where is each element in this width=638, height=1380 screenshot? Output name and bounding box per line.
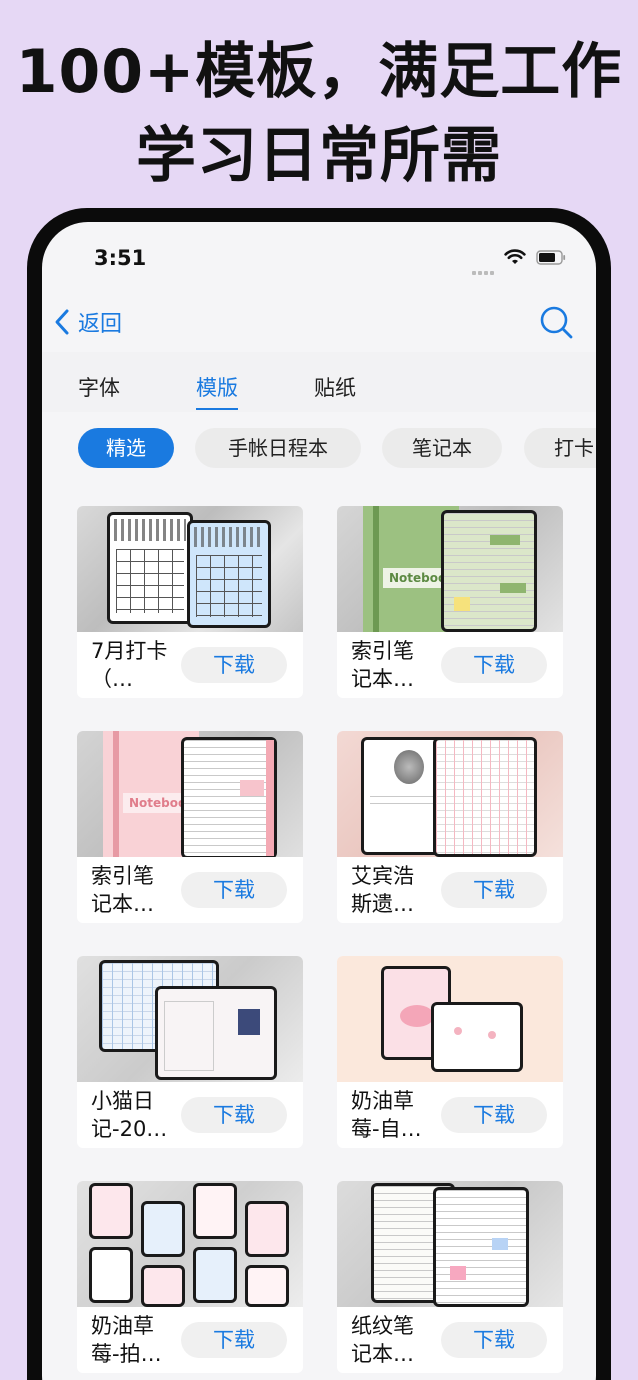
template-thumbnail: Noteboo — [337, 506, 563, 632]
template-card[interactable]: 7月打卡（… 下载 — [77, 506, 303, 698]
template-title: 艾宾浩斯遗… — [351, 864, 414, 916]
template-title: 奶油草莓-自… — [351, 1089, 422, 1141]
template-card[interactable]: 纸纹笔记本… 下载 — [337, 1181, 563, 1373]
tab-fonts[interactable]: 字体 — [78, 372, 120, 408]
category-tabs: 字体 模版 贴纸 — [42, 352, 596, 412]
search-icon[interactable] — [538, 304, 574, 340]
template-card[interactable]: 小猫日记-20… 下载 — [77, 956, 303, 1148]
download-button[interactable]: 下载 — [441, 647, 547, 683]
template-thumbnail — [337, 731, 563, 857]
template-thumbnail — [77, 1181, 303, 1307]
download-button[interactable]: 下载 — [181, 872, 287, 908]
template-card[interactable]: 艾宾浩斯遗… 下载 — [337, 731, 563, 923]
template-title: 纸纹笔记本… — [351, 1314, 414, 1366]
template-card[interactable]: 奶油草莓-拍… 下载 — [77, 1181, 303, 1373]
chip-featured[interactable]: 精选 — [78, 428, 174, 468]
app-screen: 3:51 返回 字体 模版 贴纸 精选 手帐日程本 笔记本 打卡 7月打卡（… … — [42, 222, 596, 1380]
template-title: 7月打卡（… — [91, 639, 168, 691]
filter-chips: 精选 手帐日程本 笔记本 打卡 — [42, 428, 596, 472]
navigation-bar: 返回 — [42, 294, 596, 350]
template-card[interactable]: Noteboo 索引笔记本… 下载 — [337, 506, 563, 698]
chip-notebook[interactable]: 笔记本 — [382, 428, 502, 468]
battery-icon — [536, 250, 566, 265]
template-title: 索引笔记本… — [91, 864, 154, 916]
status-time: 3:51 — [94, 246, 147, 270]
template-thumbnail — [77, 506, 303, 632]
chip-check-in[interactable]: 打卡 — [524, 428, 596, 468]
wifi-icon — [504, 249, 526, 264]
download-button[interactable]: 下载 — [181, 1322, 287, 1358]
template-title: 索引笔记本… — [351, 639, 414, 691]
template-title: 小猫日记-20… — [91, 1089, 168, 1141]
download-button[interactable]: 下载 — [441, 1322, 547, 1358]
template-thumbnail — [337, 1181, 563, 1307]
download-button[interactable]: 下载 — [181, 1097, 287, 1133]
chip-planner[interactable]: 手帐日程本 — [195, 428, 361, 468]
download-button[interactable]: 下载 — [441, 1097, 547, 1133]
template-thumbnail — [337, 956, 563, 1082]
status-bar: 3:51 — [42, 222, 596, 294]
headline-line-1: 100+模板，满足工作 — [15, 37, 623, 107]
headline-line-2: 学习日常所需 — [136, 121, 502, 191]
back-label: 返回 — [78, 312, 123, 337]
chevron-left-icon — [55, 309, 69, 335]
tab-templates[interactable]: 模版 — [196, 372, 238, 410]
cellular-signal-icon — [472, 260, 496, 275]
download-button[interactable]: 下载 — [441, 872, 547, 908]
template-thumbnail — [77, 956, 303, 1082]
download-button[interactable]: 下载 — [181, 647, 287, 683]
template-title: 奶油草莓-拍… — [91, 1314, 162, 1366]
template-card[interactable]: 奶油草莓-自… 下载 — [337, 956, 563, 1148]
promo-headline: 100+模板，满足工作 学习日常所需 — [0, 30, 638, 198]
back-button[interactable]: 返回 — [54, 304, 122, 340]
template-card[interactable]: Noteboo 索引笔记本… 下载 — [77, 731, 303, 923]
tab-stickers[interactable]: 贴纸 — [314, 372, 356, 408]
template-thumbnail: Noteboo — [77, 731, 303, 857]
